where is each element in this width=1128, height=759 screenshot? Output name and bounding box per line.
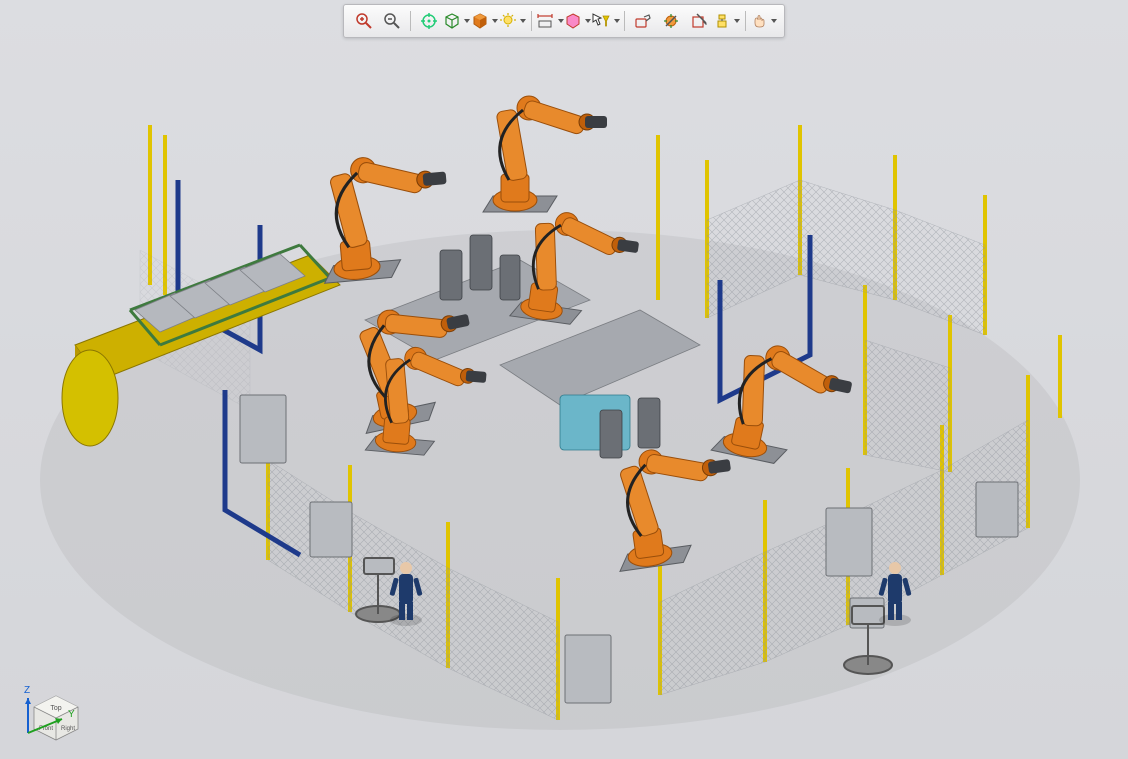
pointer-filter-button[interactable] — [593, 9, 619, 33]
render-style-icon — [472, 13, 488, 29]
sketch-tool-button[interactable] — [630, 9, 656, 33]
3d-viewport[interactable] — [0, 0, 1128, 759]
fixtures — [440, 235, 660, 458]
chevron-down-icon — [464, 19, 470, 23]
lighting-button[interactable] — [500, 9, 526, 33]
robot-cell — [240, 96, 1018, 703]
toolbar-separator — [624, 11, 625, 31]
dimension-button[interactable] — [658, 9, 684, 33]
zoom-out-icon — [383, 12, 401, 30]
dimension-icon — [663, 13, 679, 29]
section-button[interactable] — [686, 9, 712, 33]
chevron-down-icon — [585, 19, 591, 23]
section-icon — [691, 13, 707, 29]
view-mode-icon — [444, 13, 460, 29]
safety-fence — [150, 125, 1060, 720]
pointer-filter-icon — [592, 13, 610, 29]
fence-mesh — [140, 180, 1028, 720]
chevron-down-icon — [771, 19, 777, 23]
grab-button[interactable] — [751, 9, 777, 33]
fit-view-button[interactable] — [416, 9, 442, 33]
toolbar-separator — [410, 11, 411, 31]
box-select-button[interactable] — [565, 9, 591, 33]
axis-triad[interactable]: Top Front Right Z Y — [10, 673, 100, 753]
sketch-tool-icon — [634, 13, 652, 29]
chevron-down-icon — [734, 19, 740, 23]
chevron-down-icon — [492, 19, 498, 23]
explode-icon — [714, 13, 730, 29]
view-mode-button[interactable] — [444, 9, 470, 33]
cell-gates — [178, 180, 810, 555]
viewcube-top-label[interactable]: Top — [50, 705, 61, 712]
grab-icon — [751, 13, 767, 29]
zoom-in-icon — [355, 12, 373, 30]
explode-button[interactable] — [714, 9, 740, 33]
toolbar-separator — [531, 11, 532, 31]
chevron-down-icon — [520, 19, 526, 23]
viewcube-right-label[interactable]: Right — [61, 726, 75, 732]
zoom-in-button[interactable] — [351, 9, 377, 33]
axis-z-label: Z — [24, 685, 30, 696]
fit-view-icon — [420, 12, 438, 30]
measure-icon — [536, 13, 554, 29]
chevron-down-icon — [614, 19, 620, 23]
parts-conveyor — [62, 245, 340, 446]
view-toolbar — [343, 4, 785, 38]
control-cabinets — [240, 395, 1018, 703]
render-style-button[interactable] — [472, 9, 498, 33]
zoom-out-button[interactable] — [379, 9, 405, 33]
box-select-icon — [565, 13, 581, 29]
chevron-down-icon — [558, 19, 564, 23]
toolbar-separator — [745, 11, 746, 31]
measure-button[interactable] — [537, 9, 563, 33]
axis-y-label: Y — [68, 709, 75, 720]
lighting-icon — [500, 13, 516, 29]
